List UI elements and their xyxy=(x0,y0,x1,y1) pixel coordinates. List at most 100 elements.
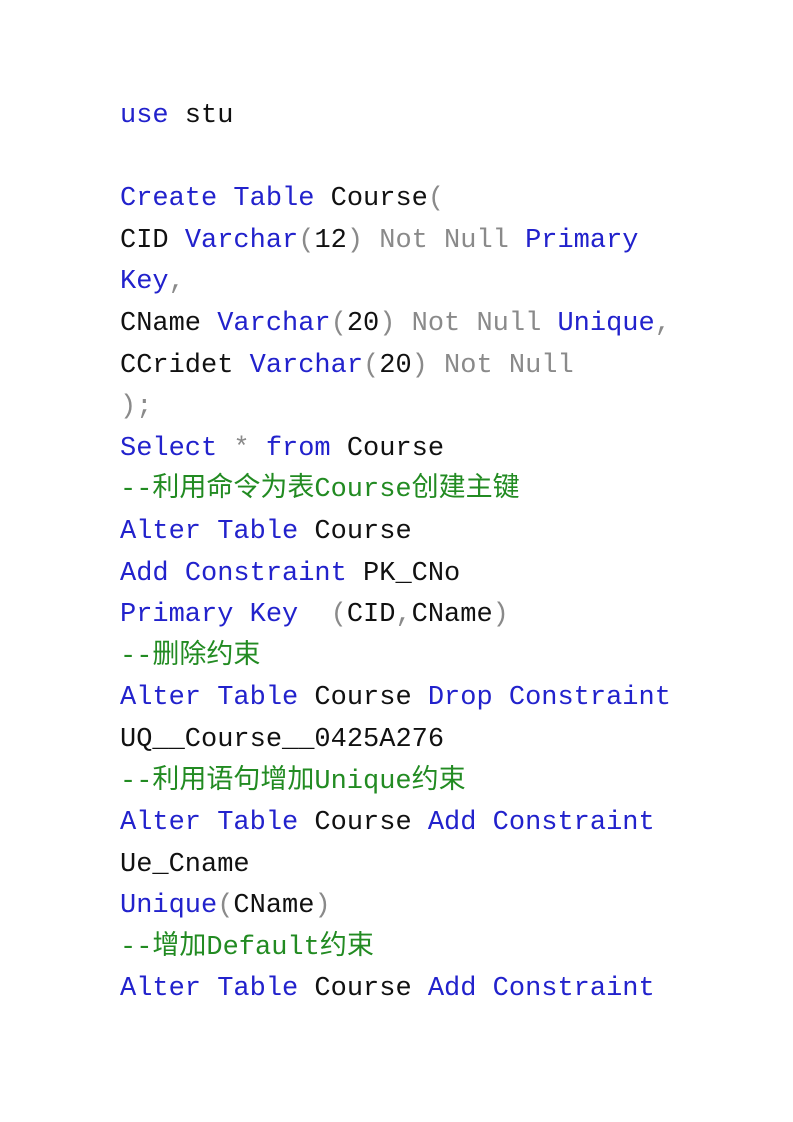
code-line: Alter Table Course Drop Constraint xyxy=(120,678,671,720)
sql-keyword: Varchar xyxy=(249,350,364,381)
code-line: --利用语句增加Unique约束 xyxy=(120,762,671,804)
sql-operator: ) Not Null xyxy=(411,350,574,381)
sql-keyword: Varchar xyxy=(217,308,331,339)
sql-keyword: Constraint xyxy=(508,683,671,714)
sql-operator: , xyxy=(168,267,185,298)
sql-identifier: CName xyxy=(120,308,218,339)
code-line: Unique(CName) xyxy=(120,886,671,928)
code-line: --删除约束 xyxy=(120,637,671,679)
sql-identifier: Course xyxy=(298,808,428,839)
code-line: Ue_Cname xyxy=(120,845,671,887)
sql-keyword: Add xyxy=(120,558,169,589)
sql-identifier: PK_CNo xyxy=(346,558,461,589)
sql-identifier: UQ__Course__0425A276 xyxy=(120,724,445,755)
sql-keyword: Key xyxy=(120,267,169,298)
code-line: Alter Table Course Add Constraint xyxy=(120,969,671,1011)
sql-identifier xyxy=(201,808,217,838)
sql-code-block: use stu Create Table Course(CID Varchar(1… xyxy=(120,96,671,1011)
sql-identifier: CCridet xyxy=(120,350,250,381)
sql-keyword: use xyxy=(120,101,169,131)
sql-keyword: Alter xyxy=(120,683,202,714)
code-line: Add Constraint PK_CNo xyxy=(120,554,671,596)
sql-keyword: Select xyxy=(120,433,218,464)
sql-identifier: 12 xyxy=(314,225,347,256)
sql-operator: , xyxy=(395,600,412,631)
sql-keyword: Table xyxy=(217,683,299,714)
sql-keyword: Add xyxy=(427,808,477,839)
sql-identifier xyxy=(169,559,185,589)
sql-keyword: Key xyxy=(249,600,299,631)
sql-keyword: Table xyxy=(217,808,299,839)
code-line: --利用命令为表Course创建主键 xyxy=(120,470,671,512)
sql-identifier xyxy=(201,974,217,1004)
sql-identifier: stu xyxy=(168,101,234,131)
sql-keyword: Add xyxy=(427,974,477,1005)
sql-identifier xyxy=(201,517,217,547)
sql-keyword: Drop xyxy=(427,683,493,714)
code-line: ); xyxy=(120,387,671,429)
sql-identifier xyxy=(476,808,492,838)
sql-identifier xyxy=(217,184,233,214)
sql-identifier: Course xyxy=(298,516,412,547)
sql-operator: ); xyxy=(120,392,153,423)
code-line: UQ__Course__0425A276 xyxy=(120,720,671,762)
code-line: Key, xyxy=(120,262,671,304)
code-line: use stu xyxy=(120,96,671,138)
code-line: Alter Table Course xyxy=(120,512,671,554)
sql-identifier xyxy=(476,974,492,1004)
sql-keyword: Unique xyxy=(120,891,218,922)
sql-keyword: Table xyxy=(217,974,299,1005)
sql-identifier: Course xyxy=(298,683,428,714)
sql-keyword: Primary xyxy=(120,600,234,631)
sql-keyword: Varchar xyxy=(184,225,299,256)
sql-identifier xyxy=(493,683,509,713)
code-line: --增加Default约束 xyxy=(120,928,671,970)
code-line: Create Table Course( xyxy=(120,179,671,221)
sql-comment: --删除约束 xyxy=(120,641,261,672)
code-line: CName Varchar(20) Not Null Unique, xyxy=(120,304,671,346)
sql-keyword: Table xyxy=(217,516,299,547)
sql-keyword: Table xyxy=(233,184,315,215)
sql-operator: * xyxy=(217,433,266,464)
sql-identifier: CID xyxy=(346,600,396,631)
sql-keyword: Unique xyxy=(557,308,655,339)
sql-identifier: Course xyxy=(314,184,428,215)
sql-keyword: from xyxy=(265,433,331,464)
sql-identifier: Ue_Cname xyxy=(120,849,250,880)
sql-identifier: CName xyxy=(411,600,493,631)
sql-operator: ) xyxy=(492,600,509,631)
code-line: CCridet Varchar(20) Not Null xyxy=(120,346,671,388)
sql-keyword: Constraint xyxy=(492,808,655,839)
sql-operator: ( xyxy=(217,891,234,922)
sql-keyword: Alter xyxy=(120,808,202,839)
sql-operator: ( xyxy=(427,184,445,215)
sql-identifier: CName xyxy=(233,891,315,922)
sql-comment: --利用命令为表Course创建主键 xyxy=(120,475,520,506)
sql-operator: ) Not Null xyxy=(346,225,526,256)
sql-operator: ( xyxy=(363,350,380,381)
sql-operator: ( xyxy=(298,225,315,256)
sql-identifier xyxy=(233,600,249,630)
sql-operator: ) Not Null xyxy=(379,308,558,339)
sql-keyword: Alter xyxy=(120,516,202,547)
sql-identifier: Course xyxy=(298,974,428,1005)
sql-operator: ) xyxy=(314,891,331,922)
sql-operator: ( xyxy=(330,308,347,339)
sql-keyword: Primary xyxy=(525,225,639,256)
sql-identifier: 20 xyxy=(346,308,380,339)
code-line: CID Varchar(12) Not Null Primary xyxy=(120,221,671,263)
sql-keyword: Constraint xyxy=(184,558,347,589)
sql-operator: , xyxy=(654,308,671,339)
sql-identifier xyxy=(201,683,217,713)
sql-keyword: Constraint xyxy=(492,974,655,1005)
code-line: Select * from Course xyxy=(120,429,671,471)
sql-identifier: CID xyxy=(120,225,185,256)
sql-comment: --利用语句增加Unique约束 xyxy=(120,766,466,797)
sql-keyword: Create xyxy=(120,184,218,215)
sql-keyword: Alter xyxy=(120,974,202,1005)
code-line: Primary Key (CID,CName) xyxy=(120,595,671,637)
sql-comment: --增加Default约束 xyxy=(120,932,374,963)
sql-identifier: 20 xyxy=(379,350,412,381)
sql-identifier: Course xyxy=(330,433,445,464)
sql-operator: ( xyxy=(298,600,347,631)
